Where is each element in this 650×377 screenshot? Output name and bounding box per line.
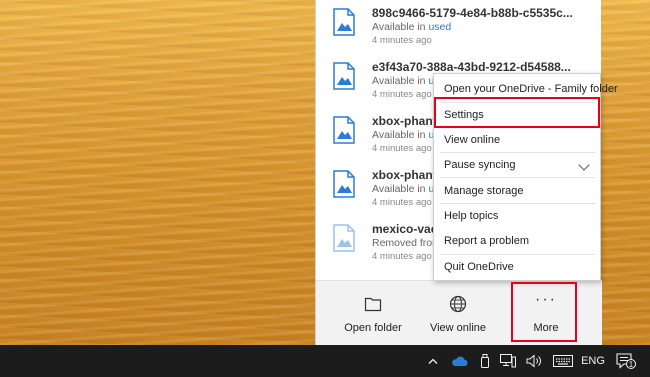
file-time: 4 minutes ago (372, 89, 432, 100)
file-status: Available in us (372, 183, 440, 195)
menu-separator (440, 177, 595, 178)
network-icon (500, 354, 516, 368)
open-folder-label: Open folder (344, 322, 402, 334)
touch-keyboard-button[interactable] (551, 345, 575, 377)
keyboard-icon (553, 355, 573, 367)
menu-item-pause-syncing[interactable]: Pause syncing (434, 153, 600, 177)
menu-item-view-online[interactable]: View online (434, 128, 600, 152)
image-file-icon (333, 62, 355, 90)
taskbar: ENG 1 (0, 345, 650, 377)
more-button-highlight (511, 282, 577, 342)
show-hidden-icons-button[interactable] (424, 345, 442, 377)
file-name: e3f43a70-388a-43bd-9212-d54588... (372, 60, 571, 74)
file-name: 898c9466-5179-4e84-b88b-c5535c... (372, 6, 573, 20)
status-text: Removed from (372, 237, 441, 249)
onedrive-cloud-icon (452, 356, 468, 366)
settings-highlight (434, 97, 600, 128)
chevron-down-icon (578, 159, 590, 171)
folder-icon (364, 297, 382, 312)
open-folder-button[interactable]: Open folder (331, 281, 415, 346)
image-file-icon (333, 116, 355, 144)
pause-syncing-label: Pause syncing (444, 159, 516, 171)
network-button[interactable] (498, 345, 518, 377)
view-online-button[interactable]: View online (416, 281, 500, 346)
file-time: 4 minutes ago (372, 35, 432, 46)
usb-drive-icon (481, 354, 489, 368)
onedrive-tray-button[interactable] (447, 345, 473, 377)
file-status: Available in used (372, 21, 451, 33)
file-time: 4 minutes ago (372, 251, 432, 262)
menu-item-quit[interactable]: Quit OneDrive (434, 255, 600, 279)
file-item[interactable]: 898c9466-5179-4e84-b88b-c5535c... Availa… (316, 0, 602, 54)
view-online-label: View online (429, 322, 487, 334)
status-text: Available in (372, 21, 429, 33)
status-text: Available in (372, 129, 429, 141)
notification-count-badge: 1 (626, 359, 636, 369)
file-time: 4 minutes ago (372, 197, 432, 208)
action-center-button[interactable]: 1 (613, 345, 636, 377)
input-language-button[interactable]: ENG (580, 345, 606, 377)
status-text: Available in (372, 183, 429, 195)
menu-item-report-problem[interactable]: Report a problem (434, 229, 600, 253)
volume-icon (526, 354, 541, 368)
usb-drive-button[interactable] (477, 345, 493, 377)
volume-button[interactable] (524, 345, 544, 377)
menu-item-manage-storage[interactable]: Manage storage (434, 179, 600, 203)
file-status: Removed from (372, 237, 441, 249)
chevron-up-icon (428, 358, 438, 364)
status-link[interactable]: used (428, 21, 451, 33)
menu-item-help-topics[interactable]: Help topics (434, 204, 600, 228)
file-time: 4 minutes ago (372, 143, 432, 154)
image-file-icon (333, 8, 355, 36)
status-text: Available in (372, 75, 429, 87)
globe-icon (449, 295, 467, 313)
image-file-icon (333, 170, 355, 198)
image-file-icon (333, 224, 355, 252)
file-status: Available in us (372, 129, 440, 141)
